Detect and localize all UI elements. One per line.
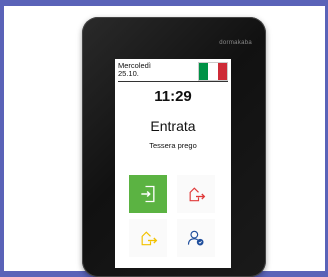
card-prompt: Tessera prego [149,141,197,150]
user-info-button[interactable] [177,219,215,257]
pause-icon [141,231,158,246]
terminal-screen: Mercoledì 25.10. 11:29 Entrata Tessera p… [115,59,231,268]
entry-button[interactable] [129,175,167,213]
exit-icon [189,187,206,202]
break-button[interactable] [129,219,167,257]
italian-flag-icon[interactable] [198,62,228,81]
exit-button[interactable] [177,175,215,213]
clock-time: 11:29 [154,88,192,105]
booking-mode-label: Entrata [150,118,196,134]
enter-icon [141,185,155,203]
brand-logo: dormakaba [219,40,252,46]
date-label: 25.10. [118,69,139,78]
header-divider [118,81,228,82]
user-info-icon [187,230,204,246]
time-terminal-device: dormakaba Mercoledì 25.10. 11:29 Entrata… [82,17,266,277]
